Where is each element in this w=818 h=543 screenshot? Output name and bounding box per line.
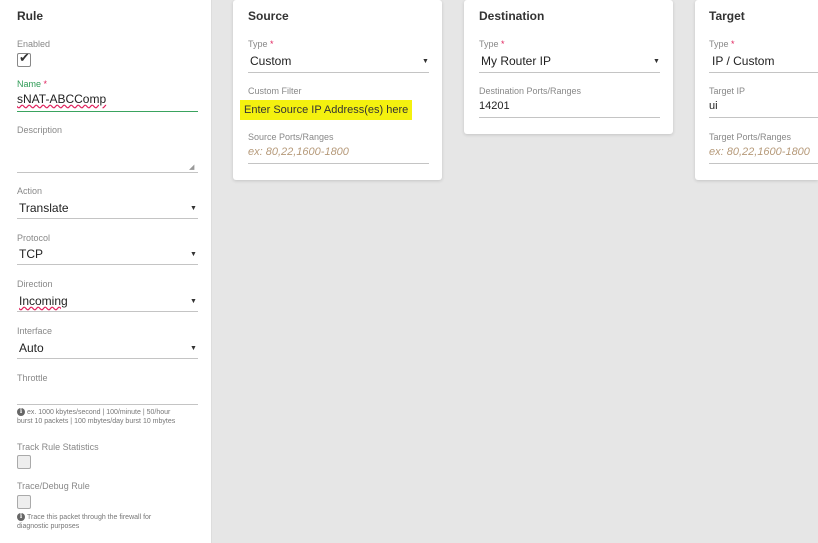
trace-hint-line2: diagnostic purposes <box>17 523 80 530</box>
target-type-label: Type * <box>709 39 735 49</box>
source-card: Source Type * Custom ▼ Custom Filter Ent… <box>233 0 442 180</box>
track-label: Track Rule Statistics <box>17 442 99 452</box>
name-input[interactable]: sNAT-ABCComp <box>17 92 106 106</box>
chevron-down-icon[interactable]: ▼ <box>422 58 429 65</box>
trace-hint-line1: Trace this packet through the firewall f… <box>27 514 152 521</box>
chevron-down-icon[interactable]: ▼ <box>190 298 197 305</box>
throttle-hint-line2: burst 10 packets | 100 mbytes/day burst … <box>17 418 176 425</box>
info-icon: i <box>17 513 25 522</box>
check-icon: ✔ <box>19 50 30 65</box>
custom-filter-label: Custom Filter <box>248 86 302 96</box>
required-marker: * <box>43 79 48 89</box>
protocol-underline <box>17 264 198 265</box>
source-ports-input[interactable]: ex: 80,22,1600-1800 <box>248 146 349 158</box>
source-type-label: Type * <box>248 39 274 49</box>
interface-label: Interface <box>17 326 53 336</box>
interface-select[interactable]: Auto <box>19 341 44 355</box>
target-type-select[interactable]: IP / Custom <box>712 54 774 68</box>
trace-hint: i Trace this packet through the firewall … <box>17 513 207 531</box>
source-type-select[interactable]: Custom <box>250 54 291 68</box>
source-ports-underline <box>248 163 429 164</box>
target-type-underline <box>709 72 818 73</box>
source-title: Source <box>248 9 289 23</box>
trace-label: Trace/Debug Rule <box>17 481 90 491</box>
throttle-hint-line1: ex. 1000 kbytes/second | 100/minute | 50… <box>27 409 171 416</box>
target-title: Target <box>709 9 745 23</box>
direction-select[interactable]: Incoming <box>19 294 68 308</box>
rule-title: Rule <box>17 9 44 23</box>
name-input-underline <box>17 111 198 112</box>
destination-ports-underline <box>479 117 660 118</box>
chevron-down-icon[interactable]: ▼ <box>190 345 197 352</box>
target-ip-label: Target IP <box>709 86 746 96</box>
chevron-down-icon[interactable]: ▼ <box>190 251 197 258</box>
destination-type-label: Type * <box>479 39 505 49</box>
info-icon: i <box>17 408 25 417</box>
required-marker: * <box>501 39 505 49</box>
source-ports-label: Source Ports/Ranges <box>248 132 334 142</box>
interface-underline <box>17 358 198 359</box>
name-label: Name * <box>17 79 47 89</box>
required-marker: * <box>731 39 735 49</box>
destination-type-underline <box>479 72 660 73</box>
destination-ports-label: Destination Ports/Ranges <box>479 86 582 96</box>
target-ports-underline <box>709 163 818 164</box>
enabled-label: Enabled <box>17 39 51 49</box>
trace-checkbox[interactable] <box>17 495 31 509</box>
target-ports-label: Target Ports/Ranges <box>709 132 792 142</box>
description-label: Description <box>17 125 63 135</box>
throttle-label: Throttle <box>17 373 48 383</box>
direction-underline <box>17 311 198 312</box>
chevron-down-icon[interactable]: ▼ <box>653 58 660 65</box>
resize-handle-icon[interactable]: ◢ <box>189 163 194 171</box>
action-underline <box>17 218 198 219</box>
destination-card: Destination Type * My Router IP ▼ Destin… <box>464 0 673 134</box>
destination-type-label-text: Type <box>479 39 499 49</box>
target-type-label-text: Type <box>709 39 729 49</box>
name-label-text: Name <box>17 79 42 89</box>
chevron-down-icon[interactable]: ▼ <box>190 205 197 212</box>
throttle-input[interactable] <box>17 404 198 405</box>
destination-title: Destination <box>479 9 545 23</box>
custom-filter-input[interactable]: Enter Source IP Address(es) here <box>240 100 413 120</box>
target-ip-input[interactable]: ui <box>709 100 718 112</box>
target-ip-underline <box>709 117 818 118</box>
source-type-underline <box>248 72 429 73</box>
action-select[interactable]: Translate <box>19 201 69 215</box>
rule-panel: Rule Enabled ✔ Name * sNAT-ABCComp Descr… <box>0 0 212 543</box>
required-marker: * <box>270 39 274 49</box>
target-card: Target Type * IP / Custom Target IP ui T… <box>695 0 818 180</box>
destination-ports-input[interactable]: 14201 <box>479 100 510 112</box>
source-type-label-text: Type <box>248 39 268 49</box>
action-label: Action <box>17 186 43 196</box>
target-ports-input[interactable]: ex: 80,22,1600-1800 <box>709 146 810 158</box>
track-checkbox[interactable] <box>17 455 31 469</box>
destination-type-select[interactable]: My Router IP <box>481 54 551 68</box>
enabled-checkbox[interactable]: ✔ <box>17 50 31 67</box>
direction-label: Direction <box>17 279 53 289</box>
throttle-hint: i ex. 1000 kbytes/second | 100/minute | 5… <box>17 408 207 426</box>
description-textarea[interactable] <box>17 172 198 173</box>
protocol-select[interactable]: TCP <box>19 247 43 261</box>
protocol-label: Protocol <box>17 233 51 243</box>
